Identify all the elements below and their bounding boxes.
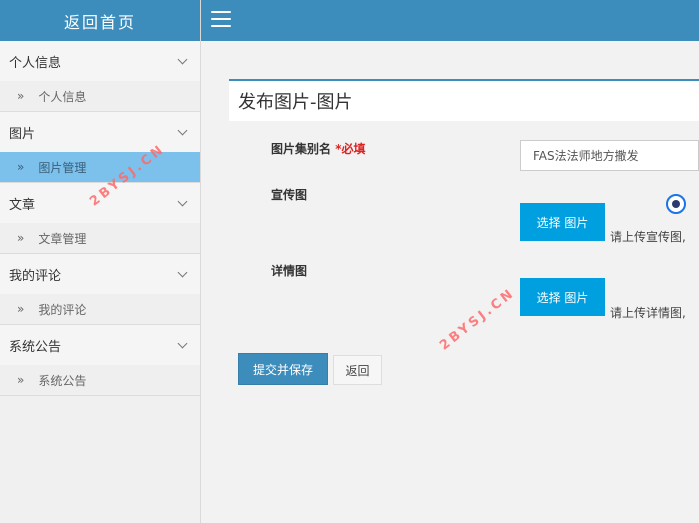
page-title: 发布图片-图片: [238, 92, 353, 113]
sidebar-item-my-comments[interactable]: » 我的评论: [0, 294, 200, 324]
detail-image-label: 详情图: [271, 264, 308, 278]
sidebar-group-label: 文章: [9, 197, 36, 213]
sidebar-item-label: 个人信息: [38, 89, 87, 104]
collection-name-label: 图片集别名 *必填: [271, 140, 365, 157]
radio-indicator-icon[interactable]: [666, 194, 686, 214]
double-chevron-icon: »: [17, 160, 25, 174]
double-chevron-icon: »: [17, 373, 25, 387]
select-detail-image-button[interactable]: 选择 图片: [520, 278, 605, 316]
sidebar-item-article-management[interactable]: » 文章管理: [0, 223, 200, 253]
sidebar-group-title-images[interactable]: 图片: [0, 112, 200, 152]
chevron-down-icon: [177, 125, 188, 135]
detail-upload-hint: 请上传详情图,: [610, 306, 686, 320]
select-promo-image-button[interactable]: 选择 图片: [520, 203, 605, 241]
top-bar: [201, 0, 699, 41]
sidebar-group-images: 图片 » 图片管理: [0, 112, 200, 183]
double-chevron-icon: »: [17, 302, 25, 316]
sidebar: 返回首页 个人信息 » 个人信息 图片 » 图片管理 文章 » 文章管理 我的评…: [0, 0, 201, 523]
submit-save-button[interactable]: 提交并保存: [238, 353, 328, 385]
watermark: 2BYSJ.CN: [437, 285, 519, 354]
sidebar-group-label: 我的评论: [9, 268, 62, 284]
sidebar-item-label: 系统公告: [38, 373, 87, 388]
sidebar-group-title-announcements[interactable]: 系统公告: [0, 325, 200, 365]
sidebar-group-title-comments[interactable]: 我的评论: [0, 254, 200, 294]
panel-header: 发布图片-图片: [229, 79, 699, 121]
collection-name-input[interactable]: FAS法法师地方撒发: [520, 140, 699, 171]
sidebar-group-personal: 个人信息 » 个人信息: [0, 41, 200, 112]
sidebar-item-label: 我的评论: [38, 302, 87, 317]
collection-name-text: 图片集别名: [271, 142, 332, 156]
home-link[interactable]: 返回首页: [0, 0, 200, 41]
sidebar-group-title-personal[interactable]: 个人信息: [0, 41, 200, 81]
sidebar-group-comments: 我的评论 » 我的评论: [0, 254, 200, 325]
sidebar-item-label: 文章管理: [38, 231, 87, 246]
sidebar-group-announcements: 系统公告 » 系统公告: [0, 325, 200, 396]
chevron-down-icon: [177, 196, 188, 206]
hamburger-menu-icon[interactable]: [211, 11, 231, 27]
chevron-down-icon: [177, 54, 188, 64]
sidebar-item-system-announcements[interactable]: » 系统公告: [0, 365, 200, 395]
promo-image-label: 宣传图: [271, 188, 308, 202]
chevron-down-icon: [177, 267, 188, 277]
back-button[interactable]: 返回: [333, 355, 382, 385]
sidebar-group-label: 个人信息: [9, 55, 62, 71]
sidebar-group-label: 系统公告: [9, 339, 62, 355]
double-chevron-icon: »: [17, 89, 25, 103]
promo-upload-hint: 请上传宣传图,: [610, 230, 686, 244]
chevron-down-icon: [177, 338, 188, 348]
sidebar-group-label: 图片: [9, 126, 36, 142]
double-chevron-icon: »: [17, 231, 25, 245]
sidebar-item-personal-info[interactable]: » 个人信息: [0, 81, 200, 111]
sidebar-item-label: 图片管理: [38, 160, 87, 175]
required-marker: *必填: [335, 142, 366, 156]
sidebar-item-image-management[interactable]: » 图片管理: [0, 152, 200, 182]
